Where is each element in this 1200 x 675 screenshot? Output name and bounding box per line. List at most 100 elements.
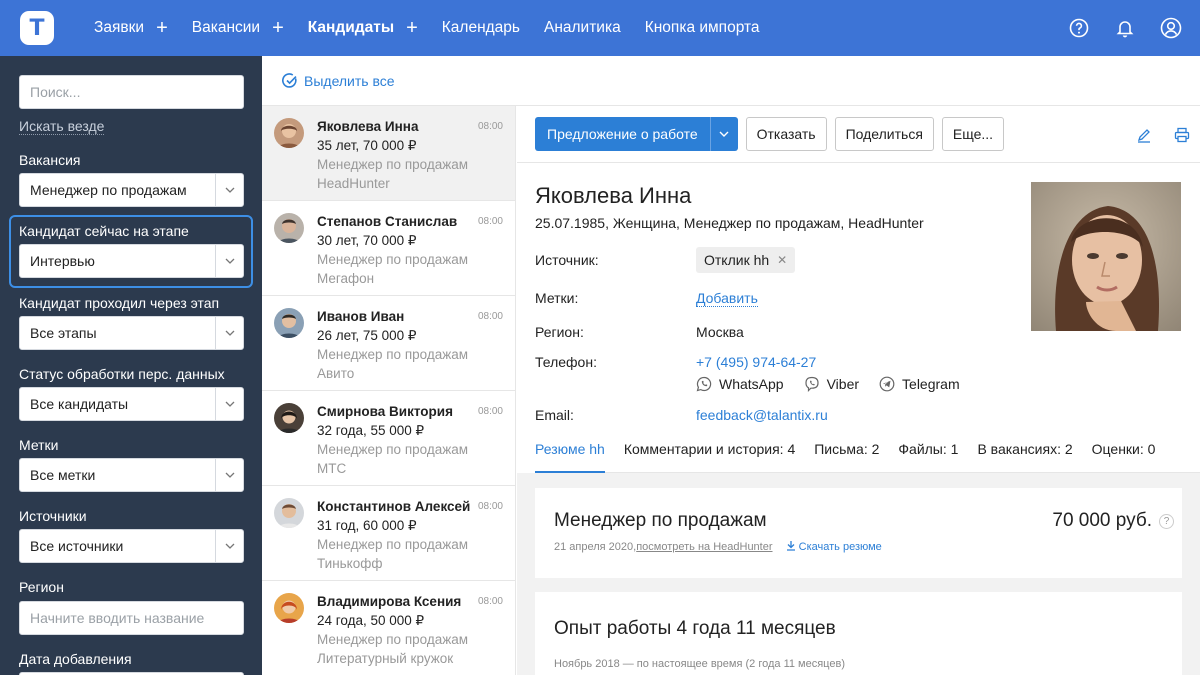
candidate-list-item[interactable]: Смирнова Виктория 08:00 32 года, 55 000 … [262,391,515,486]
check-circle-icon[interactable] [282,72,298,89]
email-label: Email: [535,407,574,423]
tab-resume-hh[interactable]: Резюме hh [535,441,605,473]
user-icon[interactable] [1160,17,1182,39]
tags-filter-label: Метки [19,437,59,453]
candidate-list-item[interactable]: Владимирова Ксения 08:00 24 года, 50 000… [262,581,515,675]
edit-icon[interactable] [1136,127,1152,143]
sources-select-value: Все источники [30,538,124,554]
tab-comments-history[interactable]: Комментарии и история: 4 [624,441,795,473]
tags-select[interactable]: Все метки [19,458,244,492]
candidate-position: Менеджер по продажам [317,632,469,647]
search-input[interactable]: Поиск... [19,75,244,109]
candidate-time: 08:00 [477,121,503,132]
telegram-link[interactable]: Telegram [879,376,960,392]
vacancy-select[interactable]: Менеджер по продажам [19,173,244,207]
nav-item-vacancies[interactable]: Вакансии + [192,0,284,56]
add-vacancy-plus-icon[interactable]: + [272,18,284,38]
region-input[interactable]: Начните вводить название [19,601,244,635]
search-everywhere-link[interactable]: Искать везде [19,118,105,135]
print-icon[interactable] [1174,127,1190,143]
remove-tag-icon[interactable]: ✕ [777,253,787,267]
stage-now-label: Кандидат сейчас на этапе [19,223,189,239]
candidate-age-salary: 35 лет, 70 000 ₽ [317,138,417,153]
main-nav: Заявки + Вакансии + Кандидаты + Календар… [94,0,784,56]
telegram-label: Telegram [902,376,960,392]
tags-label: Метки: [535,290,579,306]
tags-select-value: Все метки [30,467,96,483]
resume-sub: 21 апреля 2020,посмотреть на HeadHunter … [554,540,882,553]
nav-item-requests[interactable]: Заявки + [94,0,168,56]
chevron-down-icon[interactable] [215,316,243,350]
filters-sidebar: Поиск... Искать везде Вакансия Менеджер … [0,56,262,675]
nav-label[interactable]: Кнопка импорта [645,19,760,37]
stage-now-value: Интервью [30,253,95,269]
chevron-down-icon[interactable] [215,244,243,278]
more-button[interactable]: Еще... [941,117,1005,151]
add-candidate-plus-icon[interactable]: + [406,18,418,38]
candidate-time: 08:00 [477,501,503,512]
reject-button[interactable]: Отказать [745,117,827,151]
source-label: Источник: [535,252,599,268]
stage-now-select[interactable]: Интервью [19,244,244,278]
candidate-source: HeadHunter [317,176,390,191]
nav-item-import[interactable]: Кнопка импорта [645,0,760,56]
resume-salary: 70 000 руб. [1052,510,1152,531]
pd-status-select[interactable]: Все кандидаты [19,387,244,421]
select-all-link[interactable]: Выделить все [304,73,395,89]
chevron-down-icon[interactable] [215,173,243,207]
stage-passed-label: Кандидат проходил через этап [19,295,220,311]
add-tag-link[interactable]: Добавить [696,290,758,307]
bell-icon[interactable] [1114,17,1136,39]
nav-item-calendar[interactable]: Календарь [442,0,520,56]
pd-status-value: Все кандидаты [30,396,129,412]
download-resume-link[interactable]: Скачать резюме [786,541,882,553]
candidate-position: Менеджер по продажам [317,537,469,552]
tab-ratings[interactable]: Оценки: 0 [1092,441,1156,473]
nav-item-analytics[interactable]: Аналитика [544,0,621,56]
candidate-list-item[interactable]: Яковлева Инна 08:00 35 лет, 70 000 ₽ Мен… [262,106,515,201]
chevron-down-icon[interactable] [215,529,243,563]
candidate-name: Иванов Иван [317,309,405,324]
nav-label[interactable]: Заявки [94,19,144,37]
candidate-age-salary: 32 года, 55 000 ₽ [317,423,425,438]
sources-select[interactable]: Все источники [19,529,244,563]
chevron-down-icon[interactable] [215,458,243,492]
phone-label: Телефон: [535,354,597,370]
candidate-time: 08:00 [477,406,503,417]
candidate-source: Литературный кружок [317,651,454,666]
candidate-time: 08:00 [477,596,503,607]
phone-link[interactable]: +7 (495) 974-64-27 [696,354,816,370]
email-link[interactable]: feedback@talantix.ru [696,407,828,423]
add-request-plus-icon[interactable]: + [156,18,168,38]
help-icon[interactable] [1068,17,1090,39]
talantix-logo[interactable]: T [20,11,54,45]
help-icon[interactable]: ? [1159,514,1174,529]
nav-label[interactable]: Календарь [442,19,520,37]
nav-item-candidates[interactable]: Кандидаты + [308,0,418,56]
viber-link[interactable]: Viber [804,376,859,392]
view-on-hh-link[interactable]: посмотреть на HeadHunter [636,541,772,553]
chevron-down-icon[interactable] [709,117,738,151]
tab-in-vacancies[interactable]: В вакансиях: 2 [977,441,1072,473]
vacancy-select-value: Менеджер по продажам [30,182,187,198]
candidate-list-item[interactable]: Степанов Станислав 08:00 30 лет, 70 000 … [262,201,515,296]
nav-label[interactable]: Кандидаты [308,19,394,37]
job-offer-button[interactable]: Предложение о работе [535,117,738,151]
list-header: Выделить все [262,56,1200,106]
top-icons [1044,0,1182,56]
job-offer-label: Предложение о работе [547,126,698,142]
experience-period: Ноябрь 2018 — по настоящее время (2 года… [554,658,845,670]
share-button[interactable]: Поделиться [834,117,934,151]
chevron-down-icon[interactable] [215,387,243,421]
nav-label[interactable]: Вакансии [192,19,260,37]
whatsapp-link[interactable]: WhatsApp [696,376,784,392]
candidate-list-item[interactable]: Константинов Алексей 08:00 31 год, 60 00… [262,486,515,581]
candidate-list-item[interactable]: Иванов Иван 08:00 26 лет, 75 000 ₽ Менед… [262,296,515,391]
download-resume-label: Скачать резюме [798,541,882,553]
stage-passed-select[interactable]: Все этапы [19,316,244,350]
tab-letters[interactable]: Письма: 2 [814,441,879,473]
tab-files[interactable]: Файлы: 1 [898,441,958,473]
nav-label[interactable]: Аналитика [544,19,621,37]
avatar [274,403,304,433]
candidate-time: 08:00 [477,311,503,322]
